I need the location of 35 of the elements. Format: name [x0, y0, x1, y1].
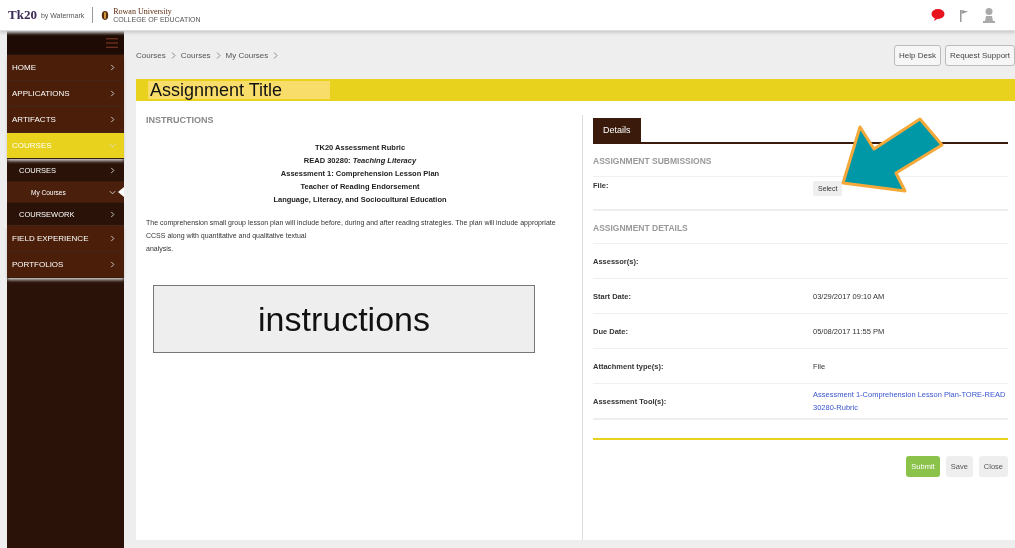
sidebar-item[interactable]: ARTIFACTS — [7, 107, 124, 133]
chevron-right-icon — [109, 90, 116, 97]
header-button[interactable]: Help Desk — [894, 44, 941, 66]
sidebar-item[interactable]: HOME — [7, 55, 124, 81]
section-heading: ASSIGNMENT DETAILS — [593, 222, 689, 235]
chevron-down-icon — [109, 188, 116, 196]
university-name: Rowan University — [113, 7, 172, 16]
chevron-right-icon — [109, 166, 116, 174]
breadcrumb-link[interactable]: My Courses — [225, 50, 269, 60]
breadcrumb-link[interactable]: Courses — [136, 50, 166, 60]
flag-icon[interactable] — [959, 8, 969, 22]
assignment-title: Assignment Title — [148, 81, 331, 99]
brand-logo: Tk20 — [8, 7, 37, 23]
section-heading: INSTRUCTIONS — [146, 115, 215, 125]
chevron-right-icon — [273, 51, 279, 59]
chevron-right-icon — [109, 261, 116, 268]
instructions-callout: instructions — [153, 285, 535, 353]
header-button[interactable]: Request Support — [944, 44, 1015, 66]
chevron-right-icon — [170, 51, 176, 59]
section-heading: ASSIGNMENT SUBMISSIONS — [593, 155, 713, 168]
sidebar-item[interactable]: APPLICATIONS — [7, 81, 124, 107]
user-icon[interactable] — [983, 7, 995, 23]
torch-icon — [101, 9, 110, 21]
chevron-down-icon — [109, 142, 116, 149]
chat-bubble-icon[interactable] — [931, 9, 945, 21]
sidebar-item[interactable]: PORTFOLIOS — [7, 252, 124, 278]
breadcrumb-link[interactable]: Courses — [180, 50, 211, 60]
chevron-right-icon — [109, 64, 116, 71]
sidebar-item[interactable]: FIELD EXPERIENCE — [7, 226, 124, 252]
chevron-right-icon — [109, 116, 116, 123]
chevron-right-icon — [215, 51, 221, 59]
chevron-right-icon — [109, 210, 116, 218]
menu-icon[interactable] — [106, 38, 118, 48]
details-tab[interactable]: Details — [593, 118, 641, 142]
chevron-right-icon — [109, 235, 116, 242]
